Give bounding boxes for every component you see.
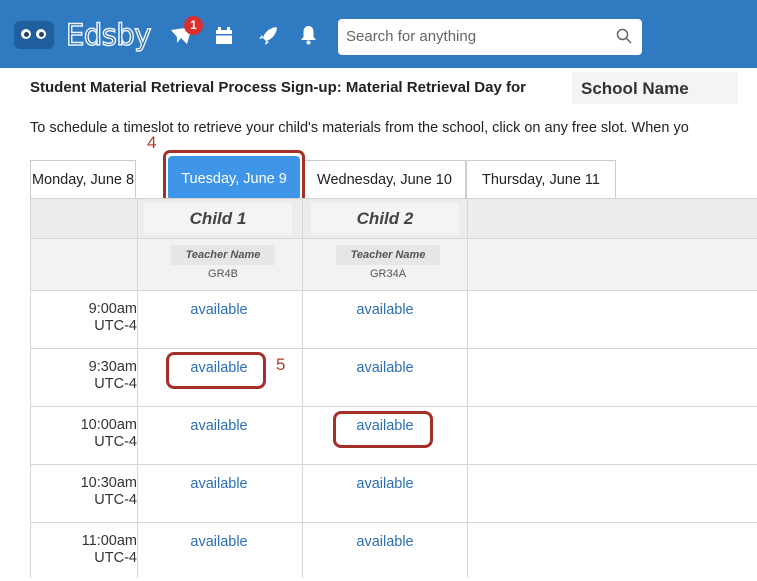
slot-available-link[interactable]: available [305, 534, 465, 550]
slot-available-link[interactable]: available [305, 302, 465, 318]
slot-time: 9:00am UTC-4 [88, 301, 137, 334]
column-divider [467, 198, 468, 578]
school-name: School Name [581, 79, 689, 98]
teacher-header-row: Teacher Name GR4B Teacher Name GR34A [31, 238, 757, 290]
slot-available-link[interactable]: available [139, 534, 299, 550]
rocket-icon[interactable] [258, 26, 278, 46]
slot-available-link[interactable]: available [139, 476, 299, 492]
slot-available-link[interactable]: available [305, 476, 465, 492]
bell-icon[interactable] [300, 25, 317, 45]
schedule-grid: Child 1 Child 2 Teacher Name GR4B Teache… [30, 198, 757, 578]
slot-available-link[interactable]: available [305, 360, 465, 376]
child-2-room: GR34A [369, 268, 407, 280]
page-title: Student Material Retrieval Process Sign-… [30, 79, 526, 96]
child-1-header: Child 1 [144, 203, 292, 235]
child-2-header: Child 2 [311, 203, 459, 235]
tab-wednesday[interactable]: Wednesday, June 10 [303, 160, 466, 198]
tab-thursday[interactable]: Thursday, June 11 [466, 160, 616, 198]
child-header-row: Child 1 Child 2 [31, 198, 757, 239]
logo-eye-icon [36, 29, 46, 39]
slot-available-link[interactable]: available [139, 302, 299, 318]
annotation-step-4: 4 [147, 133, 157, 152]
search-input[interactable]: Search for anything [338, 19, 642, 55]
child-1-room: GR4B [208, 268, 238, 280]
slot-time: 10:30am UTC-4 [80, 475, 137, 508]
column-divider [137, 198, 138, 578]
child-1-teacher: Teacher Name [171, 245, 275, 265]
instructions-text: To schedule a timeslot to retrieve your … [30, 120, 689, 136]
search-icon[interactable] [616, 28, 632, 44]
time-slot-row: 11:00am UTC-4 available available [31, 522, 757, 581]
child-2-teacher: Teacher Name [336, 245, 440, 265]
top-nav-bar: Edsby 1 Search for anything [0, 0, 757, 68]
app-logo-text[interactable]: Edsby [65, 17, 152, 53]
column-divider [302, 198, 303, 578]
slot-highlight-annotation [166, 352, 266, 389]
logo-eye-icon [21, 29, 31, 39]
notification-badge: 1 [184, 16, 203, 35]
tab-highlight-annotation [163, 150, 305, 204]
calendar-icon[interactable] [215, 26, 233, 45]
time-slot-row: 9:30am UTC-4 available available [31, 348, 757, 407]
school-name-box: School Name [572, 72, 738, 104]
slot-time: 9:30am UTC-4 [88, 359, 137, 392]
time-slot-row: 10:30am UTC-4 available available [31, 464, 757, 523]
search-placeholder: Search for anything [346, 28, 477, 45]
slot-time: 11:00am UTC-4 [81, 533, 137, 566]
tab-monday[interactable]: Monday, June 8 [30, 160, 136, 198]
time-slot-row: 9:00am UTC-4 available available [31, 290, 757, 349]
slot-available-link[interactable]: available [139, 418, 299, 434]
slot-highlight-annotation [333, 411, 433, 448]
slot-time: 10:00am UTC-4 [80, 417, 137, 450]
edsby-logo-icon[interactable] [14, 21, 54, 49]
